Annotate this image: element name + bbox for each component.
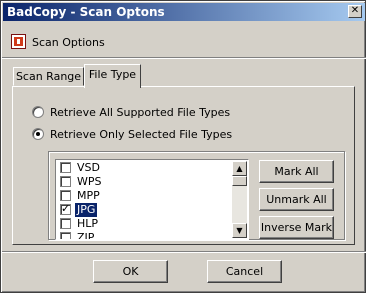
tab-label: Scan Range bbox=[15, 70, 82, 83]
window-title: BadCopy - Scan Optons bbox=[7, 5, 165, 19]
badcopy-app-icon bbox=[11, 34, 26, 49]
cancel-button[interactable]: Cancel bbox=[207, 260, 282, 283]
ok-button[interactable]: OK bbox=[93, 260, 168, 283]
close-button[interactable]: ✕ bbox=[348, 5, 362, 18]
header-divider bbox=[2, 57, 366, 59]
close-icon: ✕ bbox=[350, 5, 360, 16]
title-bar[interactable]: BadCopy - Scan Optons ✕ bbox=[3, 3, 365, 21]
dialog-window: BadCopy - Scan Optons ✕ Scan Options Sca… bbox=[0, 0, 366, 293]
file-type-panel bbox=[12, 86, 355, 245]
footer-divider bbox=[2, 251, 366, 253]
header-title: Scan Options bbox=[32, 36, 105, 49]
tab-label: File Type bbox=[88, 68, 137, 81]
tab-file-type[interactable]: File Type bbox=[84, 64, 141, 88]
tab-scan-range[interactable]: Scan Range bbox=[13, 67, 84, 86]
